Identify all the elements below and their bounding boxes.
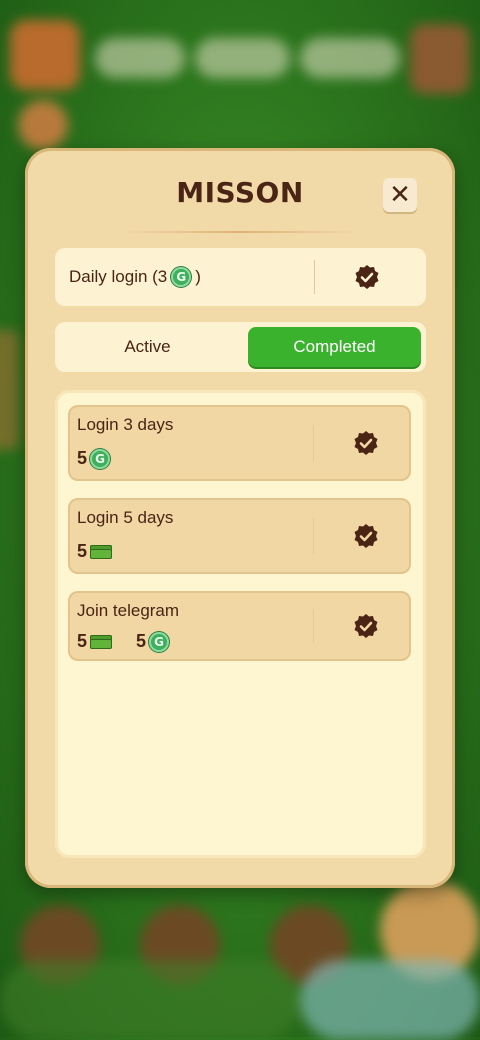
mission-tabs: Active Completed — [55, 322, 426, 372]
mission-rewards: 5 — [77, 541, 113, 562]
check-badge-icon — [355, 265, 379, 289]
reward-amount: 5 — [136, 631, 147, 651]
mission-title: Join telegram — [77, 601, 180, 620]
tab-completed[interactable]: Completed — [248, 327, 421, 367]
row-divider — [313, 609, 314, 643]
mission-list: Login 3 days 5 G Login 5 days 5 Join tel… — [55, 390, 426, 858]
reward-amount: 5 — [77, 448, 88, 468]
g-coin-icon: G — [149, 631, 170, 652]
mission-rewards: 5 5 G — [77, 631, 170, 652]
daily-login-row: Daily login (3 G ) — [55, 248, 426, 306]
cash-icon — [90, 634, 113, 649]
reward-amount: 5 — [77, 541, 88, 561]
mission-item: Login 5 days 5 — [68, 498, 411, 574]
title-divider — [120, 231, 360, 233]
mission-item: Join telegram 5 5 G — [68, 591, 411, 661]
g-coin-icon: G — [90, 448, 111, 469]
g-coin-icon: G — [171, 267, 192, 287]
close-icon: ✕ — [389, 180, 411, 210]
daily-login-label: Daily login (3 G ) — [69, 248, 201, 306]
check-badge-icon — [354, 524, 378, 548]
row-divider — [314, 260, 315, 294]
daily-login-text: Daily login (3 — [69, 267, 168, 286]
cash-icon — [90, 544, 113, 559]
row-divider — [313, 425, 314, 461]
check-badge-icon — [354, 614, 378, 638]
reward-amount: 5 — [77, 631, 88, 651]
close-button[interactable]: ✕ — [383, 178, 417, 212]
mission-dialog: MISSON ✕ Daily login (3 G ) Active Compl… — [25, 148, 455, 888]
row-divider — [313, 518, 314, 554]
daily-login-text-end: ) — [195, 267, 201, 286]
tab-active[interactable]: Active — [60, 327, 235, 367]
mission-title: Login 5 days — [77, 508, 174, 527]
mission-rewards: 5 G — [77, 448, 111, 469]
check-badge-icon — [354, 431, 378, 455]
mission-title: Login 3 days — [77, 415, 174, 434]
mission-item: Login 3 days 5 G — [68, 405, 411, 481]
